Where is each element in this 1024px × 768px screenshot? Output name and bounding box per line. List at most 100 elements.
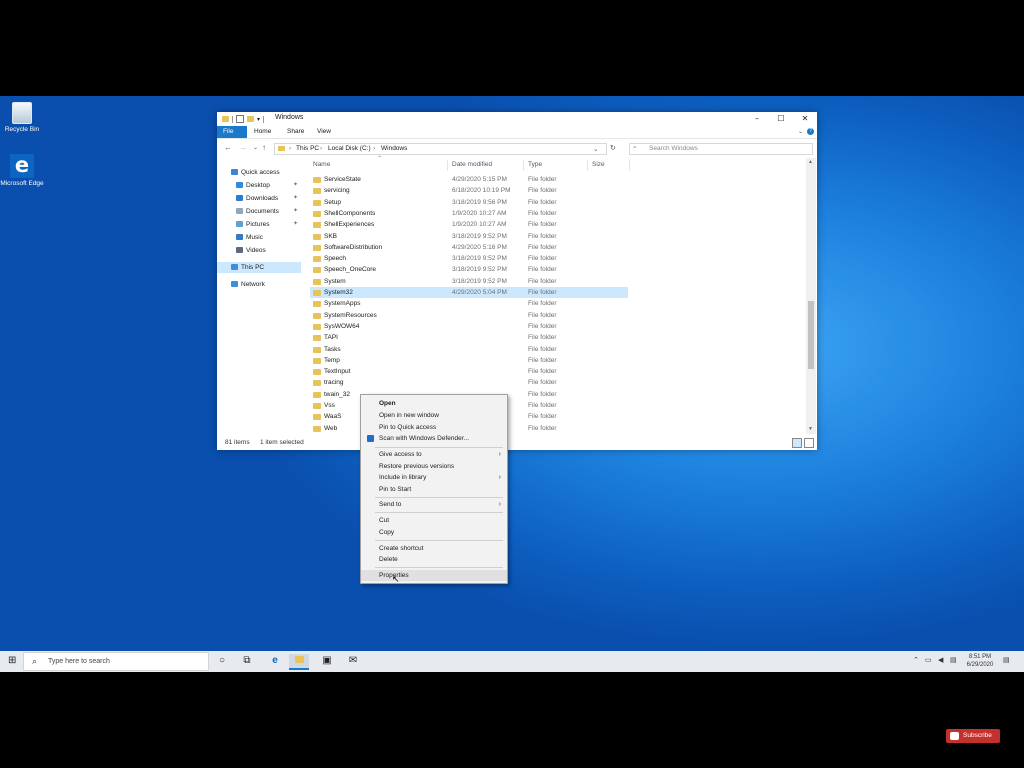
recent-locations-button[interactable]: ⌄ bbox=[253, 144, 258, 151]
table-row[interactable]: Setup 3/18/2019 9:56 PM File folder bbox=[310, 197, 628, 208]
large-icons-view-button[interactable] bbox=[804, 438, 814, 448]
nav-item-network[interactable]: Network bbox=[217, 279, 301, 290]
chevron-up-icon[interactable]: ⌃ bbox=[913, 656, 919, 664]
minimize-button[interactable]: – bbox=[745, 112, 769, 126]
column-header-date[interactable]: Date modified bbox=[452, 161, 492, 168]
menu-item-properties[interactable]: Properties bbox=[361, 570, 507, 581]
table-row[interactable]: SysWOW64 File folder bbox=[310, 321, 628, 332]
nav-item-music[interactable]: Music bbox=[217, 232, 301, 243]
taskbar-clock[interactable]: 8:51 PM 6/29/2020 bbox=[962, 653, 998, 669]
column-divider[interactable] bbox=[523, 160, 524, 171]
help-icon[interactable]: ? bbox=[807, 128, 814, 135]
address-bar[interactable]: › This PC › Local Disk (C:) › Windows ⌄ bbox=[274, 143, 607, 155]
breadcrumb-local-disk[interactable]: Local Disk (C:) bbox=[328, 145, 371, 152]
up-button[interactable]: ↑ bbox=[262, 143, 266, 152]
column-divider[interactable] bbox=[587, 160, 588, 171]
tab-file[interactable]: File bbox=[217, 126, 247, 138]
details-view-button[interactable] bbox=[792, 438, 802, 448]
chevron-down-icon[interactable]: ▾ bbox=[257, 116, 260, 123]
search-input[interactable]: ⌕ Search Windows bbox=[629, 143, 813, 155]
task-view-icon[interactable]: ⧉ bbox=[240, 654, 254, 668]
table-row[interactable]: System32 4/29/2020 5:04 PM File folder bbox=[310, 287, 628, 298]
table-row[interactable]: ShellExperiences 1/9/2020 10:27 AM File fo… bbox=[310, 219, 628, 230]
tab-home[interactable]: Home bbox=[248, 126, 277, 138]
cortana-icon[interactable]: ○ bbox=[215, 654, 229, 668]
column-header-type[interactable]: Type bbox=[528, 161, 542, 168]
scroll-down-icon[interactable]: ▼ bbox=[808, 426, 813, 432]
breadcrumb-this-pc[interactable]: This PC bbox=[296, 145, 319, 152]
chevron-down-icon[interactable]: ⌄ bbox=[593, 145, 598, 153]
menu-item-pin-quick-access[interactable]: Pin to Quick access bbox=[361, 422, 507, 433]
pin-icon[interactable]: ✦ bbox=[293, 193, 298, 204]
vertical-scrollbar[interactable]: ▲ ▼ bbox=[806, 158, 816, 434]
table-row[interactable]: SoftwareDistribution 4/29/2020 5:16 PM Fil… bbox=[310, 242, 628, 253]
scroll-up-icon[interactable]: ▲ bbox=[808, 159, 813, 165]
network-icon[interactable]: ▭ bbox=[925, 656, 932, 664]
notification-icon[interactable]: ▤ bbox=[1003, 656, 1010, 664]
table-row[interactable]: System 3/18/2019 9:52 PM File folder bbox=[310, 276, 628, 287]
mail-icon[interactable]: ✉ bbox=[346, 654, 360, 668]
table-row[interactable]: ServiceState 4/29/2020 5:15 PM File folder bbox=[310, 174, 628, 185]
nav-item-videos[interactable]: Videos bbox=[217, 245, 301, 256]
menu-item-copy[interactable]: Copy bbox=[361, 527, 507, 538]
table-row[interactable]: servicing 6/18/2020 10:19 PM File folder bbox=[310, 185, 628, 196]
table-row[interactable]: Speech_OneCore 3/18/2019 9:52 PM File fold… bbox=[310, 264, 628, 275]
table-row[interactable]: TAPI File folder bbox=[310, 332, 628, 343]
table-row[interactable]: SystemApps File folder bbox=[310, 298, 628, 309]
nav-item-pictures[interactable]: Pictures ✦ bbox=[217, 219, 301, 230]
forward-button[interactable]: → bbox=[239, 143, 247, 152]
properties-icon[interactable] bbox=[236, 115, 244, 123]
close-button[interactable]: ✕ bbox=[793, 112, 817, 126]
menu-item-delete[interactable]: Delete bbox=[361, 554, 507, 565]
column-divider[interactable] bbox=[447, 160, 448, 171]
maximize-button[interactable]: ☐ bbox=[769, 112, 793, 126]
pin-icon[interactable]: ✦ bbox=[293, 219, 298, 230]
table-row[interactable]: ShellComponents 1/9/2020 10:27 AM File fol… bbox=[310, 208, 628, 219]
tab-view[interactable]: View bbox=[311, 126, 337, 138]
table-row[interactable]: SKB 3/18/2019 9:52 PM File folder bbox=[310, 231, 628, 242]
keyboard-icon[interactable]: ▤ bbox=[950, 656, 957, 664]
menu-item-open[interactable]: Open bbox=[361, 398, 507, 409]
menu-item-create-shortcut[interactable]: Create shortcut bbox=[361, 543, 507, 554]
scrollbar-thumb[interactable] bbox=[808, 301, 814, 369]
table-row[interactable]: TextInput File folder bbox=[310, 366, 628, 377]
nav-item-quick-access[interactable]: Quick access bbox=[217, 167, 301, 178]
refresh-button[interactable]: ↻ bbox=[610, 144, 616, 152]
edge-icon[interactable]: e bbox=[268, 654, 282, 668]
desktop-icon-recycle-bin[interactable]: Recycle Bin bbox=[0, 102, 44, 134]
nav-item-downloads[interactable]: Downloads ✦ bbox=[217, 193, 301, 204]
new-folder-icon[interactable] bbox=[247, 116, 254, 122]
nav-item-desktop[interactable]: Desktop ✦ bbox=[217, 180, 301, 191]
breadcrumb-windows[interactable]: Windows bbox=[381, 145, 407, 152]
column-header-size[interactable]: Size bbox=[592, 161, 605, 168]
column-header-name[interactable]: Name bbox=[313, 161, 330, 168]
taskbar-search-input[interactable]: ⌕ Type here to search bbox=[23, 652, 209, 671]
menu-item-send-to[interactable]: Send to › bbox=[361, 499, 507, 510]
store-icon[interactable]: ▣ bbox=[320, 654, 334, 668]
volume-icon[interactable]: ◀ bbox=[938, 656, 943, 664]
nav-item-this-pc[interactable]: This PC bbox=[217, 262, 301, 273]
title-bar[interactable]: ▾ Windows – ☐ ✕ bbox=[217, 112, 817, 126]
expand-ribbon-icon[interactable]: ⌄ bbox=[798, 128, 803, 135]
table-row[interactable]: Speech 3/18/2019 9:52 PM File folder bbox=[310, 253, 628, 264]
menu-item-scan-defender[interactable]: Scan with Windows Defender... bbox=[361, 433, 507, 444]
menu-item-include-library[interactable]: Include in library › bbox=[361, 472, 507, 483]
pin-icon[interactable]: ✦ bbox=[293, 206, 298, 217]
desktop-icon-edge[interactable]: e Microsoft Edge bbox=[0, 154, 44, 188]
start-button[interactable]: ⊞ bbox=[8, 655, 16, 666]
menu-item-give-access[interactable]: Give access to › bbox=[361, 449, 507, 460]
menu-item-restore-versions[interactable]: Restore previous versions bbox=[361, 461, 507, 472]
file-explorer-icon[interactable] bbox=[289, 654, 309, 670]
table-row[interactable]: SystemResources File folder bbox=[310, 310, 628, 321]
menu-item-open-new-window[interactable]: Open in new window bbox=[361, 410, 507, 421]
menu-item-cut[interactable]: Cut bbox=[361, 515, 507, 526]
column-divider[interactable] bbox=[629, 160, 630, 171]
menu-item-pin-start[interactable]: Pin to Start bbox=[361, 484, 507, 495]
table-row[interactable]: Tasks File folder bbox=[310, 344, 628, 355]
table-row[interactable]: Temp File folder bbox=[310, 355, 628, 366]
subscribe-button[interactable]: Subscribe bbox=[946, 729, 1000, 743]
nav-item-documents[interactable]: Documents ✦ bbox=[217, 206, 301, 217]
table-row[interactable]: tracing File folder bbox=[310, 377, 628, 388]
pin-icon[interactable]: ✦ bbox=[293, 180, 298, 191]
tab-share[interactable]: Share bbox=[281, 126, 310, 138]
